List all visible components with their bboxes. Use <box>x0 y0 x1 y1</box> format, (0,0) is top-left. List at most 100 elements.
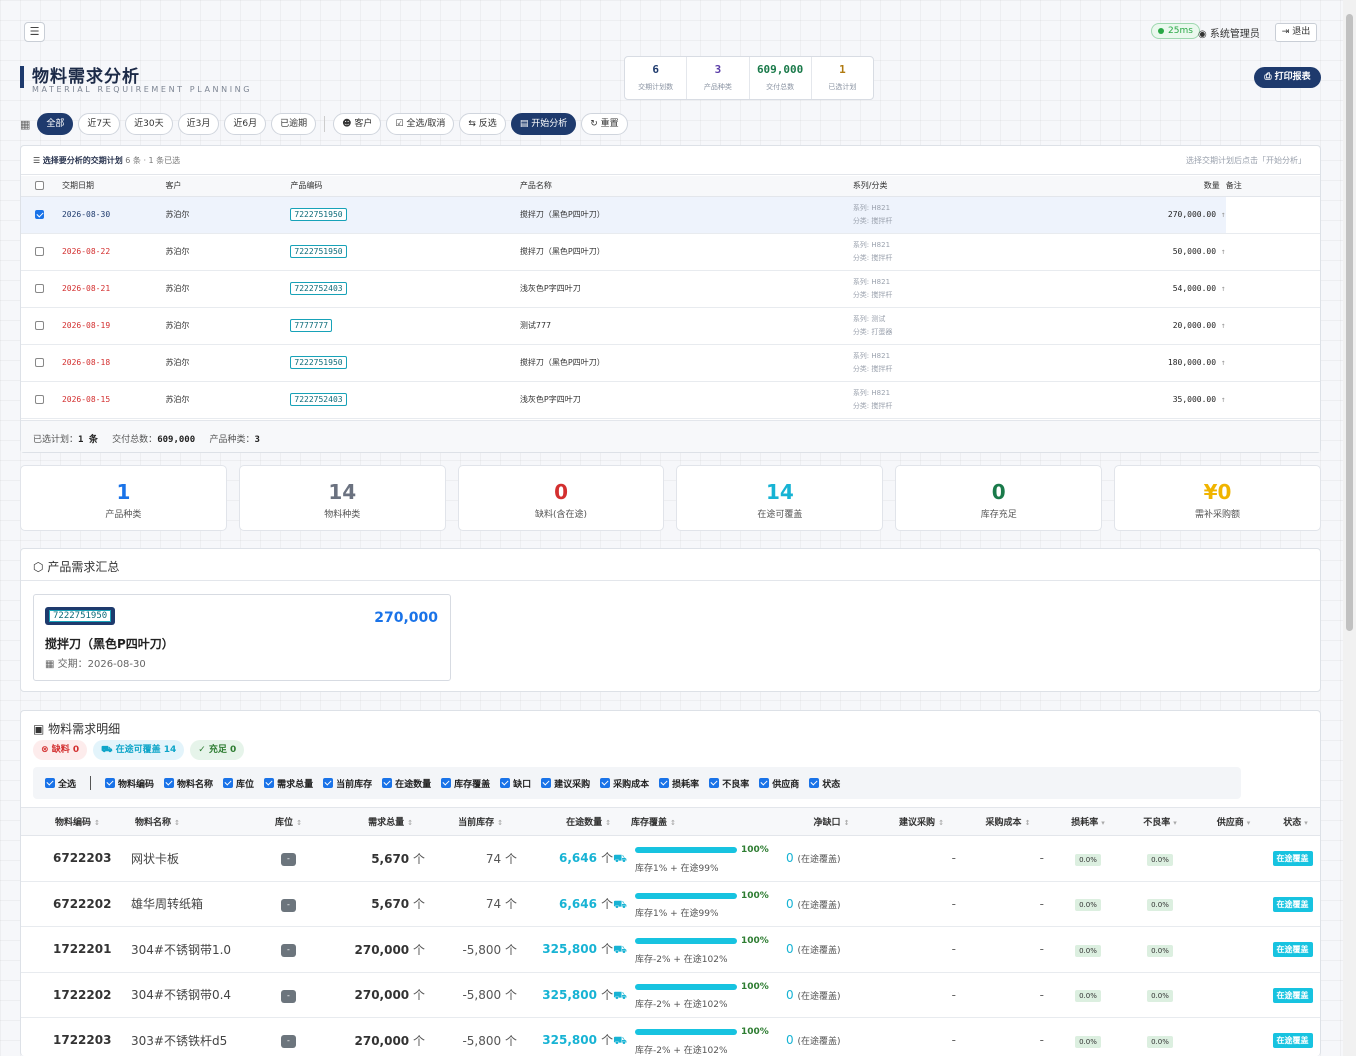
plan-row[interactable]: 2026-08-22 苏泊尔 7222751950 搅拌刀（黑色P四叶刀） 系列: H8… <box>21 233 1320 271</box>
column-toggle[interactable]: 在途数量 <box>382 777 431 790</box>
column-toggle[interactable]: 库位 <box>223 777 254 790</box>
print-report-button[interactable]: ⎙ 打印报表 <box>1254 67 1321 88</box>
loss-rate-cell: 0.0% <box>1052 881 1124 927</box>
column-toggle[interactable]: 当前库存 <box>323 777 372 790</box>
row-checkbox-cell[interactable] <box>21 344 62 382</box>
column-toggle-checkbox[interactable] <box>441 778 452 788</box>
column-toggle-checkbox[interactable] <box>659 778 670 788</box>
column-toggle-checkbox[interactable] <box>164 778 175 788</box>
filter-6m-button[interactable]: 近6月 <box>224 113 267 135</box>
select-all-checkbox-cell[interactable] <box>21 176 62 197</box>
row-checkbox[interactable] <box>35 395 44 404</box>
reset-button[interactable]: ↻ 重置 <box>581 113 628 135</box>
material-row[interactable]: 1722201 304#不锈钢带1.0-270,000 个 -5,800 个 325,… <box>21 926 1320 973</box>
menu-toggle-button[interactable]: ☰ <box>24 22 45 42</box>
plan-row[interactable]: 2026-08-30 苏泊尔 7222751950 搅拌刀（黑色P四叶刀） 系列: H8… <box>21 196 1320 234</box>
shortage-filter-badge[interactable]: ⊗ 缺料 0 <box>33 740 88 760</box>
filter-3m-button[interactable]: 近3月 <box>177 113 220 135</box>
column-toggle[interactable]: 状态 <box>809 777 840 790</box>
row-checkbox[interactable] <box>35 210 44 219</box>
plan-qty: 270,000.00 <box>1167 210 1217 219</box>
column-toggle-checkbox[interactable] <box>105 778 116 788</box>
column-toggle-checkbox[interactable] <box>323 778 334 788</box>
row-checkbox-cell[interactable] <box>21 196 62 234</box>
row-checkbox-cell[interactable] <box>21 381 62 419</box>
filter-overdue-button[interactable]: 已逾期 <box>271 113 317 135</box>
material-row[interactable]: 6722202 雄华周转纸箱 -5,670 个 74 个 6,646 个⛟ 100% 库存1… <box>21 881 1320 927</box>
material-col-header[interactable]: 状态 ▾ <box>1271 807 1320 836</box>
material-col-header[interactable]: 库存覆盖 ↕ <box>629 807 784 836</box>
invert-selection-button[interactable]: ⇆ 反选 <box>459 113 506 135</box>
page-scrollbar[interactable] <box>1343 0 1356 1056</box>
material-col-header[interactable]: 当前库存 ↕ <box>431 807 521 836</box>
column-toggle-checkbox[interactable] <box>709 778 720 788</box>
material-col-header[interactable]: 损耗率 ▾ <box>1052 807 1124 836</box>
column-toggle[interactable]: 不良率 <box>709 777 749 790</box>
filter-30d-button[interactable]: 近30天 <box>125 113 173 135</box>
material-row[interactable]: 1722202 304#不锈钢带0.4-270,000 个 -5,800 个 325,… <box>21 972 1320 1018</box>
row-checkbox[interactable] <box>35 247 44 256</box>
enough-filter-badge[interactable]: ✓ 充足 0 <box>190 740 245 760</box>
material-col-header[interactable]: 不良率 ▾ <box>1124 807 1196 836</box>
filter-7d-button[interactable]: 近7天 <box>78 113 121 135</box>
product-card[interactable]: 7222751950 270,000 搅拌刀（黑色P四叶刀） ▦ 交期：2026… <box>33 594 451 681</box>
column-toggle-label: 物料名称 <box>177 779 214 790</box>
material-col-header[interactable]: 建议采购 ↕ <box>879 807 964 836</box>
column-toggle-checkbox[interactable] <box>500 778 511 788</box>
column-toggle-checkbox[interactable] <box>45 778 55 788</box>
column-toggle-checkbox[interactable] <box>264 778 275 788</box>
logout-button[interactable]: ⇥ 退出 <box>1275 23 1317 42</box>
material-col-header[interactable]: 物料编码 ↕ <box>21 807 131 836</box>
column-toggle[interactable]: 缺口 <box>500 777 531 790</box>
row-checkbox[interactable] <box>35 358 44 367</box>
plan-row[interactable]: 2026-08-21 苏泊尔 7222752403 浅灰色P字四叶刀 系列: H821 分… <box>21 270 1320 308</box>
row-checkbox[interactable] <box>35 284 44 293</box>
row-checkbox-cell[interactable] <box>21 233 62 271</box>
plan-row[interactable]: 2026-08-15 苏泊尔 7222752403 浅灰色P字四叶刀 系列: H821 分… <box>21 381 1320 419</box>
column-toggle[interactable]: 库存覆盖 <box>441 777 490 790</box>
column-toggle-checkbox[interactable] <box>541 778 552 788</box>
material-table: 物料编码 ↕ 物料名称 ↕ 库位 ↕ 需求总量 ↕ 当前库存 ↕ 在途数量 ↕ 库存覆盖 ↕ 净缺口 ↕ 建议采… <box>21 807 1320 1056</box>
start-analysis-button[interactable]: ▤ 开始分析 <box>510 113 577 135</box>
toggle-all-button[interactable]: ☑ 全选/取消 <box>386 113 455 135</box>
material-code: 1722201 <box>21 926 131 973</box>
material-row[interactable]: 6722203 网状卡板 -5,670 个 74 个 6,646 个⛟ 100% 库存1% … <box>21 835 1320 882</box>
column-toggle[interactable]: 需求总量 <box>264 777 313 790</box>
material-col-header[interactable]: 采购成本 ↕ <box>964 807 1052 836</box>
column-toggle[interactable]: 损耗率 <box>659 777 699 790</box>
customer-filter-button[interactable]: ☻ 客户 <box>333 113 382 135</box>
column-toggle[interactable]: 物料编码 <box>105 777 154 790</box>
row-checkbox-cell[interactable] <box>21 307 62 345</box>
plan-row[interactable]: 2026-08-18 苏泊尔 7222751950 搅拌刀（黑色P四叶刀） 系列: H8… <box>21 344 1320 382</box>
scrollbar-thumb[interactable] <box>1346 14 1353 631</box>
column-toggle[interactable]: 采购成本 <box>600 777 649 790</box>
column-toggle-checkbox[interactable] <box>759 778 770 788</box>
sort-icon: ↕ <box>938 819 944 827</box>
row-checkbox-cell[interactable] <box>21 270 62 308</box>
column-toggle-checkbox[interactable] <box>223 778 234 788</box>
stock-value: -5,800 <box>462 942 502 957</box>
material-row[interactable]: 1722203 303#不锈铁杆d5-270,000 个 -5,800 个 325,8… <box>21 1017 1320 1056</box>
material-col-header[interactable]: 库位 ↕ <box>256 807 321 836</box>
column-toggle[interactable]: 建议采购 <box>541 777 590 790</box>
column-toggle-checkbox[interactable] <box>600 778 611 788</box>
current-user[interactable]: ◉ 系统管理员 <box>1198 25 1260 40</box>
material-col-header[interactable]: 供应商 ▾ <box>1196 807 1271 836</box>
select-all-checkbox[interactable] <box>35 181 44 191</box>
column-toggle-checkbox[interactable] <box>809 778 820 788</box>
filter-all-button[interactable]: 全部 <box>37 113 74 135</box>
column-toggle[interactable]: 全选 <box>45 777 76 790</box>
transit-filter-badge[interactable]: ⛟ 在途可覆盖 14 <box>93 740 185 760</box>
plan-row[interactable]: 2026-08-19 苏泊尔 7777777 测试777 系列: 测试 分类: 打蛋器 20… <box>21 307 1320 345</box>
material-col-header[interactable]: 在途数量 ↕ <box>521 807 629 836</box>
material-col-header[interactable]: 物料名称 ↕ <box>131 807 256 836</box>
plan-customer: 苏泊尔 <box>165 344 291 382</box>
column-toggle-checkbox[interactable] <box>382 778 393 788</box>
transit-cell: 6,646 个⛟ <box>521 835 629 882</box>
column-toggle[interactable]: 物料名称 <box>164 777 213 790</box>
plan-series-cell: 系列: H821 分类: 搅拌杆 <box>852 344 1012 382</box>
row-checkbox[interactable] <box>35 321 44 330</box>
material-col-header[interactable]: 需求总量 ↕ <box>321 807 431 836</box>
column-toggle[interactable]: 供应商 <box>759 777 799 790</box>
material-col-header[interactable]: 净缺口 ↕ <box>784 807 879 836</box>
